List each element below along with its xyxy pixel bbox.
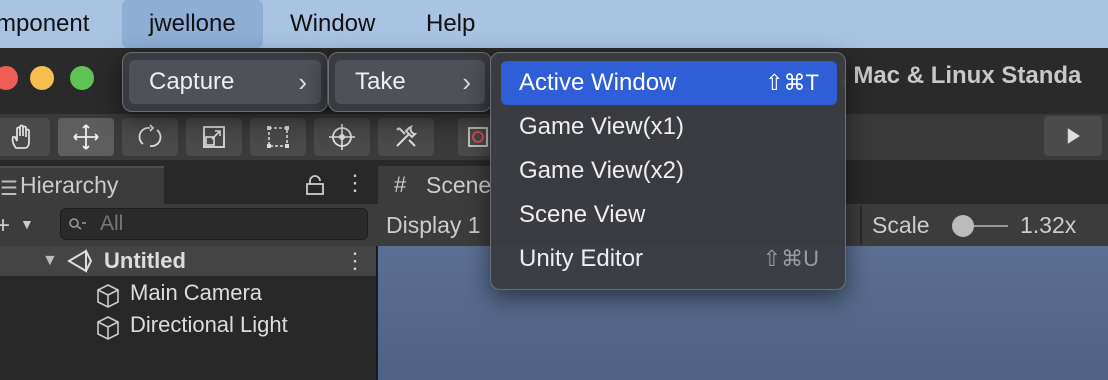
rotate-tool-button[interactable] xyxy=(122,118,178,156)
lock-icon[interactable] xyxy=(304,174,326,196)
rect-tool-button[interactable] xyxy=(250,118,306,156)
custom-tool-button[interactable] xyxy=(378,118,434,156)
transform-icon xyxy=(329,124,355,150)
menu-item-unity-editor[interactable]: Unity Editor ⇧⌘U xyxy=(501,237,837,281)
menu-item-label: Scene View xyxy=(519,201,646,228)
move-arrows-icon xyxy=(73,124,99,150)
add-object-icon[interactable]: + xyxy=(0,212,10,240)
display-dropdown[interactable]: Display 1 xyxy=(386,212,481,239)
menu-item-game-view-x2[interactable]: Game View(x2) xyxy=(501,149,837,193)
menu-item-capture[interactable]: Capture › xyxy=(129,60,321,104)
minimize-window-icon[interactable] xyxy=(30,66,54,90)
hand-tool-button[interactable] xyxy=(0,118,50,156)
scale-icon xyxy=(203,126,225,148)
gameobject-cube-icon xyxy=(97,284,119,308)
menu-item-shortcut: ⇧⌘T xyxy=(765,70,819,95)
rect-transform-icon xyxy=(267,126,289,148)
hierarchy-tab-label: Hierarchy xyxy=(20,172,119,198)
hamburger-icon: ☰ xyxy=(0,178,18,200)
unity-logo-icon xyxy=(67,249,93,273)
chevron-down-icon[interactable]: ▼ xyxy=(20,216,34,232)
menu-item-label: Unity Editor xyxy=(519,245,644,272)
menu-item-label: Game View(x1) xyxy=(519,113,684,140)
play-button[interactable] xyxy=(1044,116,1102,156)
move-tool-button[interactable] xyxy=(58,118,114,156)
panel-menu-icon[interactable]: ⋮ xyxy=(344,172,366,194)
grid-hash-icon: # xyxy=(394,172,407,197)
pivot-icon xyxy=(468,127,488,147)
gameobject-cube-icon xyxy=(97,316,119,340)
menu-item-label: Active Window xyxy=(519,69,677,96)
rotate-icon xyxy=(138,124,162,147)
menu-item-game-view-x1[interactable]: Game View(x1) xyxy=(501,105,837,149)
scale-label: Scale xyxy=(872,212,930,238)
menu-item-scene-view[interactable]: Scene View xyxy=(501,193,837,237)
scale-slider-thumb[interactable] xyxy=(952,215,974,237)
mac-menu-bar: mponent jwellone Window Help xyxy=(0,0,1108,48)
take-label: Take xyxy=(355,68,406,95)
capture-label: Capture xyxy=(149,68,235,95)
tools-icon xyxy=(396,124,418,147)
scale-tool-button[interactable] xyxy=(186,118,242,156)
transform-tool-button[interactable] xyxy=(314,118,370,156)
jwellone-dropdown-menu: Capture › xyxy=(122,52,328,112)
menu-item-take[interactable]: Take › xyxy=(335,60,485,104)
search-icon xyxy=(69,218,86,230)
maximize-window-icon[interactable] xyxy=(70,66,94,90)
take-submenu: Active Window ⇧⌘T Game View(x1) Game Vie… xyxy=(490,52,846,290)
toolbar-divider xyxy=(860,206,862,244)
hierarchy-item-main-camera[interactable]: Main Camera xyxy=(130,280,262,306)
menu-item-shortcut: ⇧⌘U xyxy=(762,246,819,271)
menu-item-label: Game View(x2) xyxy=(519,157,684,184)
hand-icon xyxy=(11,124,30,149)
menu-window[interactable]: Window xyxy=(290,0,375,48)
capture-submenu: Take › xyxy=(328,52,492,112)
menu-component[interactable]: mponent xyxy=(0,0,89,48)
play-icon xyxy=(1067,128,1080,144)
chevron-right-icon: › xyxy=(298,67,307,97)
chevron-right-icon: › xyxy=(462,67,471,97)
hierarchy-item-directional-light[interactable]: Directional Light xyxy=(130,312,288,338)
window-title: , Mac & Linux Standa xyxy=(840,62,1082,89)
scale-value: 1.32x xyxy=(1020,212,1077,238)
scene-tab-label: Scene xyxy=(426,172,492,198)
scene-menu-icon[interactable]: ⋮ xyxy=(344,250,366,272)
menu-jwellone[interactable]: jwellone xyxy=(122,0,263,48)
menu-help[interactable]: Help xyxy=(426,0,475,48)
scene-name: Untitled xyxy=(104,248,186,273)
expand-arrow-icon[interactable]: ▼ xyxy=(42,252,58,270)
menu-item-active-window[interactable]: Active Window ⇧⌘T xyxy=(501,61,837,105)
search-placeholder: All xyxy=(100,212,124,235)
